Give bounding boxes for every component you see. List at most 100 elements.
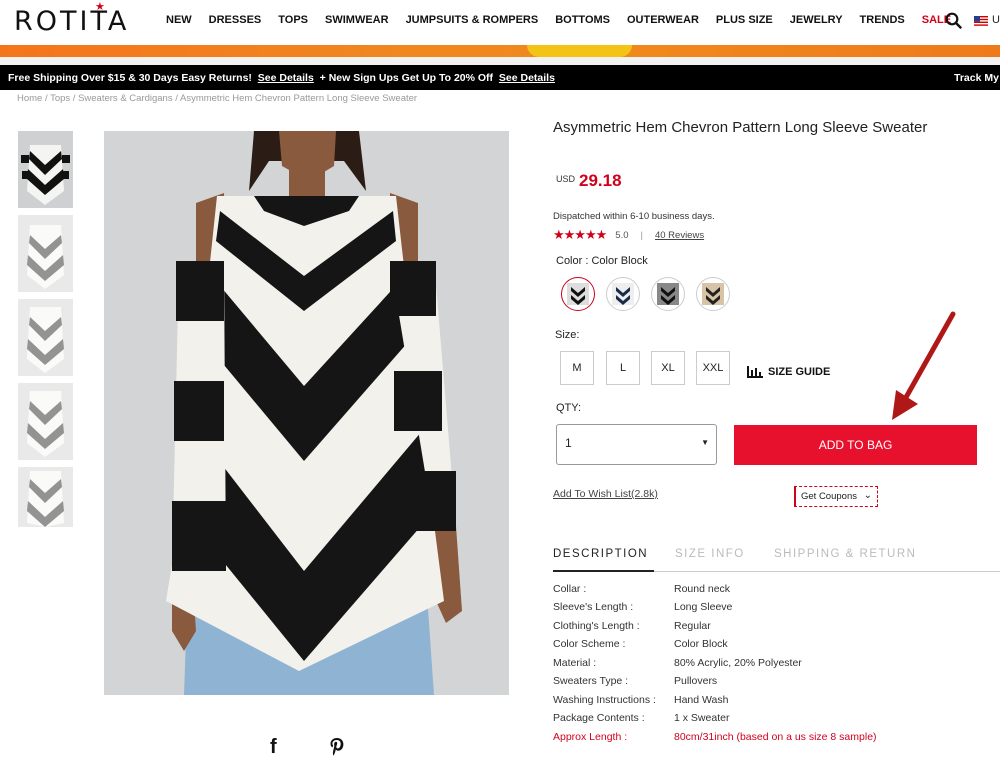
color-swatch-4[interactable] [696, 277, 730, 311]
language-selector[interactable]: U [992, 14, 1000, 26]
color-swatch-3[interactable] [651, 277, 685, 311]
swatch-image [567, 283, 589, 305]
red-arrow-annotation [892, 311, 956, 420]
spec-key: Washing Instructions : [553, 694, 656, 706]
thumbnail-image [18, 383, 73, 460]
size-option-xl[interactable]: XL [651, 351, 685, 385]
spec-value: 1 x Sweater [674, 712, 730, 724]
add-to-bag-button[interactable]: ADD TO BAG [734, 425, 977, 465]
rating-stars-icon: ★★★★★ [553, 227, 607, 242]
rating-divider: | [640, 229, 643, 241]
spec-key: Package Contents : [553, 712, 645, 724]
site-header: ROTITA ★ NEW DRESSES TOPS SWIMWEAR JUMPSU… [0, 0, 1000, 45]
dispatch-info: Dispatched within 6-10 business days. [553, 211, 715, 222]
rating-value: 5.0 [615, 229, 629, 241]
product-title: Asymmetric Hem Chevron Pattern Long Slee… [553, 119, 928, 136]
product-thumbnail-3[interactable] [18, 299, 73, 376]
promo-bar: Free Shipping Over $15 & 30 Days Easy Re… [0, 65, 1000, 90]
spec-value: Hand Wash [674, 694, 729, 706]
main-product-image[interactable] [104, 131, 509, 695]
size-option-xxl[interactable]: XXL [696, 351, 730, 385]
sweater-photo [104, 131, 509, 695]
promo-banner-image[interactable] [0, 45, 1000, 57]
swatch-image [657, 283, 679, 305]
spec-value: Regular [674, 620, 711, 632]
promo-link-2[interactable]: See Details [499, 72, 555, 84]
product-thumbnail-4[interactable] [18, 383, 73, 460]
color-swatch-2[interactable] [606, 277, 640, 311]
quantity-value: 1 [565, 436, 572, 450]
pinterest-icon[interactable] [329, 737, 345, 756]
logo-star-icon: ★ [95, 0, 105, 13]
nav-dresses[interactable]: DRESSES [209, 14, 262, 26]
spec-key: Collar : [553, 583, 587, 595]
reviews-link[interactable]: 40 Reviews [655, 230, 704, 241]
product-info-tabs: DESCRIPTION SIZE INFO SHIPPING & RETURN [553, 548, 1000, 572]
banner-decoration [527, 45, 632, 57]
main-nav: NEW DRESSES TOPS SWIMWEAR JUMPSUITS & RO… [166, 14, 968, 26]
spec-value: 80% Acrylic, 20% Polyester [674, 657, 802, 669]
size-label: Size: [555, 329, 580, 341]
track-order-link[interactable]: Track My [954, 72, 999, 84]
color-label: Color : Color Block [556, 255, 648, 267]
rating-summary: ★★★★★ 5.0 | 40 Reviews [553, 227, 704, 243]
product-thumbnail-5[interactable] [18, 467, 73, 527]
product-price: USD 29.18 [556, 171, 622, 191]
quantity-select[interactable]: 1 ▼ [556, 424, 717, 465]
banner-divider [0, 57, 1000, 65]
spec-key: Approx Length : [553, 731, 628, 743]
nav-tops[interactable]: TOPS [278, 14, 308, 26]
tab-size-info[interactable]: SIZE INFO [675, 548, 745, 572]
thumbnail-image [18, 299, 73, 376]
nav-plus-size[interactable]: PLUS SIZE [716, 14, 773, 26]
promo-text-2: + New Sign Ups Get Up To 20% Off [319, 72, 494, 84]
nav-outerwear[interactable]: OUTERWEAR [627, 14, 699, 26]
search-icon[interactable] [945, 12, 962, 29]
spec-value: Round neck [674, 583, 731, 595]
tab-shipping-return[interactable]: SHIPPING & RETURN [774, 548, 916, 572]
qty-label: QTY: [556, 402, 582, 414]
thumbnail-image [18, 467, 73, 527]
spec-value: 80cm/31inch (based on a us size 8 sample… [674, 731, 877, 743]
size-option-m[interactable]: M [560, 351, 594, 385]
product-thumbnail-2[interactable] [18, 215, 73, 292]
breadcrumb[interactable]: Home / Tops / Sweaters & Cardigans / Asy… [17, 93, 417, 104]
get-coupons-button[interactable]: Get Coupons ⌄ [794, 486, 878, 507]
brand-name: ROTITA [14, 6, 130, 37]
brand-logo[interactable]: ROTITA ★ [14, 0, 130, 37]
nav-swimwear[interactable]: SWIMWEAR [325, 14, 389, 26]
coupons-label: Get Coupons [801, 491, 857, 502]
nav-bottoms[interactable]: BOTTOMS [555, 14, 610, 26]
facebook-icon[interactable]: f [270, 736, 277, 758]
product-thumbnail-1[interactable] [18, 131, 73, 208]
spec-key: Clothing's Length : [553, 620, 640, 632]
nav-jewelry[interactable]: JEWELRY [790, 14, 843, 26]
promo-link-1[interactable]: See Details [258, 72, 314, 84]
chevron-down-icon: ⌄ [863, 490, 872, 501]
spec-key: Color Scheme : [553, 638, 626, 650]
color-swatch-1[interactable] [561, 277, 595, 311]
price-currency: USD [556, 174, 576, 184]
nav-new[interactable]: NEW [166, 14, 192, 26]
swatch-image [702, 283, 724, 305]
size-guide-link[interactable]: SIZE GUIDE [747, 366, 830, 378]
spec-value: Long Sleeve [674, 601, 733, 613]
spec-value: Pullovers [674, 675, 718, 687]
thumbnail-image [18, 215, 73, 292]
add-to-wishlist-link[interactable]: Add To Wish List(2.8k) [553, 488, 658, 500]
thumbnail-image [18, 131, 73, 208]
spec-value: Color Block [674, 638, 728, 650]
spec-key: Sleeve's Length : [553, 601, 634, 613]
promo-text-1: Free Shipping Over $15 & 30 Days Easy Re… [8, 72, 252, 84]
tab-description[interactable]: DESCRIPTION [553, 548, 654, 572]
nav-jumpsuits-rompers[interactable]: JUMPSUITS & ROMPERS [406, 14, 539, 26]
price-amount: 29.18 [579, 171, 622, 190]
nav-trends[interactable]: TRENDS [860, 14, 905, 26]
promo-text: Free Shipping Over $15 & 30 Days Easy Re… [8, 72, 555, 84]
bar-chart-icon [747, 366, 763, 378]
size-guide-label: SIZE GUIDE [768, 366, 831, 378]
us-flag-icon[interactable] [974, 16, 988, 26]
size-option-l[interactable]: L [606, 351, 640, 385]
dropdown-caret-icon: ▼ [701, 438, 709, 447]
spec-key: Material : [553, 657, 597, 669]
